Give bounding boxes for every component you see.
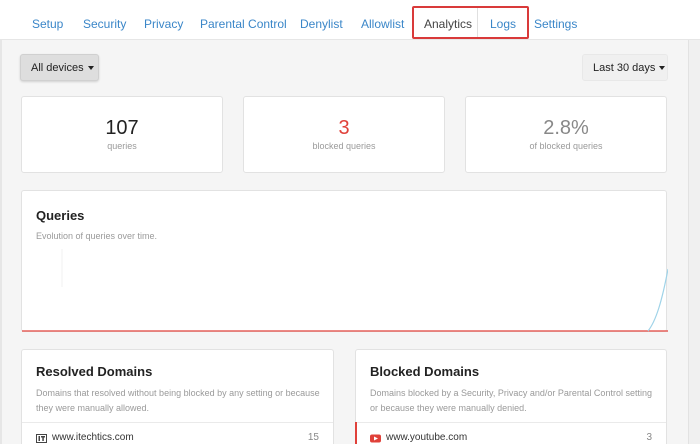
stat-percent-label: of blocked queries: [529, 141, 603, 151]
tab-logs[interactable]: Logs: [490, 0, 516, 40]
resolved-domain-name: www.itechtics.com: [52, 432, 134, 443]
blocked-domain-name: www.youtube.com: [386, 432, 468, 443]
stat-percent-card: 2.8% of blocked queries: [465, 96, 667, 173]
caret-down-icon: [659, 66, 666, 71]
period-dropdown-label: Last 30 days: [593, 62, 656, 74]
queries-chart-svg: [22, 249, 668, 332]
stat-blocked-value: 3: [338, 117, 350, 139]
stat-blocked-label: blocked queries: [312, 141, 376, 151]
resolved-domain-count: 15: [307, 432, 319, 443]
tab-settings[interactable]: Settings: [534, 0, 577, 40]
stat-blocked-card: 3 blocked queries: [243, 96, 445, 173]
left-border: [0, 40, 2, 444]
resolved-domain-row[interactable]: www.itechtics.com 15: [22, 432, 333, 444]
stat-queries-label: queries: [107, 141, 137, 151]
queries-series-line: [647, 268, 668, 332]
stat-queries-card: 107 queries: [21, 96, 223, 173]
blocked-domains-card: Blocked Domains Domains blocked by a Sec…: [355, 349, 667, 444]
tab-security[interactable]: Security: [83, 0, 126, 40]
stat-percent-value: 2.8%: [543, 117, 589, 139]
period-dropdown[interactable]: Last 30 days: [582, 54, 668, 81]
blocked-domains-title: Blocked Domains: [370, 364, 480, 379]
tab-allowlist[interactable]: Allowlist: [361, 0, 404, 40]
resolved-domains-card: Resolved Domains Domains that resolved w…: [21, 349, 334, 444]
caret-down-icon: [87, 66, 94, 71]
youtube-favicon-icon: [370, 434, 381, 443]
tab-privacy[interactable]: Privacy: [144, 0, 183, 40]
queries-chart-card: Queries Evolution of queries over time.: [21, 190, 668, 332]
resolved-domains-title: Resolved Domains: [36, 364, 153, 379]
blocked-domain-row[interactable]: www.youtube.com 3: [356, 432, 666, 444]
itechtics-favicon-icon: [36, 434, 47, 443]
stat-queries-value: 107: [105, 117, 139, 139]
devices-dropdown[interactable]: All devices: [20, 54, 99, 81]
tab-parental-control[interactable]: Parental Control: [200, 0, 287, 40]
resolved-domains-description: Domains that resolved without being bloc…: [36, 388, 320, 413]
divider: [356, 422, 666, 423]
top-nav: Setup Security Privacy Parental Control …: [0, 0, 700, 40]
devices-dropdown-label: All devices: [31, 62, 84, 74]
tab-separator: [477, 8, 478, 39]
scrollbar[interactable]: [688, 40, 700, 444]
blocked-domains-description: Domains blocked by a Security, Privacy a…: [370, 388, 652, 413]
tab-analytics[interactable]: Analytics: [424, 0, 472, 40]
tab-denylist[interactable]: Denylist: [300, 0, 343, 40]
blocked-domain-count: 3: [646, 432, 652, 443]
divider: [22, 422, 333, 423]
tab-setup[interactable]: Setup: [32, 0, 63, 40]
